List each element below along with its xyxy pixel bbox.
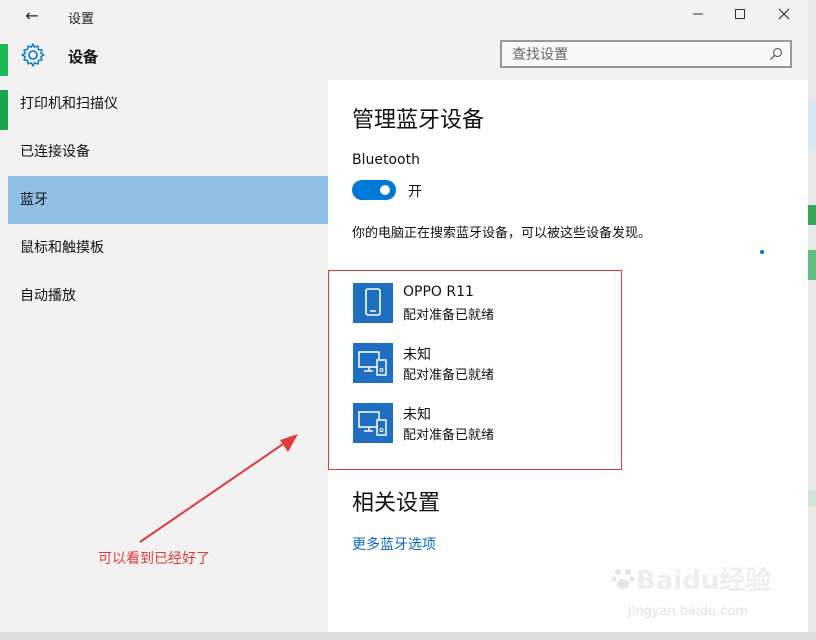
sidebar-item-connected-devices[interactable]: 已连接设备 xyxy=(8,128,328,176)
back-button[interactable]: ← xyxy=(22,6,42,26)
watermark-url-text: jingyan.baidu.com xyxy=(628,604,748,619)
maximize-button[interactable] xyxy=(722,4,758,28)
sidebar-item-label: 打印机和扫描仪 xyxy=(20,96,118,112)
minimize-button[interactable] xyxy=(680,4,716,28)
bluetooth-label: Bluetooth xyxy=(352,152,420,168)
device-name: 未知 xyxy=(403,407,431,423)
device-item[interactable]: OPPO R11 配对准备已就绪 xyxy=(353,283,613,327)
watermark-logo-text: Baidu经验 xyxy=(636,566,772,596)
settings-window: ← 设置 设备 打印机和扫描仪 已连接设备 xyxy=(8,0,808,632)
sidebar-item-label: 自动播放 xyxy=(20,288,76,304)
search-input[interactable] xyxy=(510,46,754,64)
sidebar-item-printers[interactable]: 打印机和扫描仪 xyxy=(8,80,328,128)
close-button[interactable] xyxy=(766,4,802,28)
minimize-icon xyxy=(693,13,703,15)
annotation-text: 可以看到已经好了 xyxy=(98,551,210,567)
discovery-status-text: 你的电脑正在搜索蓝牙设备，可以被这些设备发现。 xyxy=(352,226,652,241)
device-item[interactable]: 未知 配对准备已就绪 xyxy=(353,343,613,387)
bluetooth-toggle[interactable] xyxy=(352,180,396,200)
page-header: 设备 xyxy=(8,32,808,80)
sidebar-item-label: 已连接设备 xyxy=(20,144,90,160)
device-status: 配对准备已就绪 xyxy=(403,368,495,383)
sidebar-item-label: 蓝牙 xyxy=(20,192,48,208)
device-list-highlight: OPPO R11 配对准备已就绪 未知 配对准备已就绪 未知 配对准备已就绪 xyxy=(328,270,622,470)
sidebar-item-mouse-touchpad[interactable]: 鼠标和触摸板 xyxy=(8,224,328,272)
background-bottom xyxy=(0,632,816,640)
device-icon xyxy=(353,403,393,443)
sidebar-item-bluetooth[interactable]: 蓝牙 xyxy=(8,176,328,224)
searching-progress-dot xyxy=(760,250,764,254)
more-bluetooth-options-link[interactable]: 更多蓝牙选项 xyxy=(352,534,436,554)
section-heading: 管理蓝牙设备 xyxy=(352,108,485,133)
page-title: 设备 xyxy=(68,48,99,66)
back-arrow-icon: ← xyxy=(25,6,39,25)
title-bar: ← 设置 xyxy=(8,0,808,32)
device-status: 配对准备已就绪 xyxy=(403,308,495,323)
toggle-knob xyxy=(380,185,390,195)
phone-icon xyxy=(353,283,393,323)
paw-logo-icon xyxy=(611,569,635,589)
toggle-state-label: 开 xyxy=(408,184,422,200)
device-item[interactable]: 未知 配对准备已就绪 xyxy=(353,403,613,447)
maximize-icon xyxy=(735,9,745,19)
search-box[interactable] xyxy=(500,40,792,68)
device-name: 未知 xyxy=(403,347,431,363)
sidebar-item-label: 鼠标和触摸板 xyxy=(20,240,104,256)
background-window-right xyxy=(808,0,816,640)
device-icon xyxy=(353,343,393,383)
baidu-watermark: Baidu经验 jingyan.baidu.com xyxy=(610,560,780,630)
background-window-left xyxy=(0,0,8,640)
window-title: 设置 xyxy=(68,12,95,27)
device-name: OPPO R11 xyxy=(403,284,474,300)
main-content: 管理蓝牙设备 Bluetooth 开 你的电脑正在搜索蓝牙设备，可以被这些设备发… xyxy=(328,80,808,632)
sidebar-item-autoplay[interactable]: 自动播放 xyxy=(8,272,328,320)
gear-icon xyxy=(21,43,45,67)
device-status: 配对准备已就绪 xyxy=(403,428,495,443)
related-settings-heading: 相关设置 xyxy=(352,491,441,516)
search-icon[interactable] xyxy=(768,46,784,62)
close-icon xyxy=(778,8,790,20)
